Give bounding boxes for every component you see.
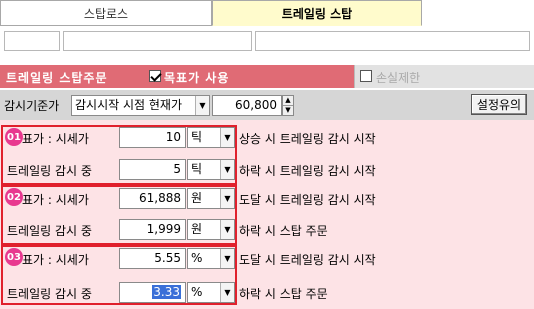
trailing-stop-title: 트레일링 스탑주문 (6, 71, 108, 85)
settings-caution-label: 설정유의 (476, 98, 522, 112)
chevron-down-icon[interactable]: ▼ (220, 283, 234, 302)
monitor-basis-value: 감시시작 시점 현재가 (75, 98, 182, 112)
group-3-trail-label: 트레일링 감시 중 (7, 287, 92, 301)
group-3-target-desc: 도달 시 트레일링 감시 시작 (239, 253, 376, 267)
blank-field-3[interactable] (255, 31, 530, 51)
group-1-target-unit: 틱 (191, 130, 203, 144)
group-3-target-value: 5.55 (154, 251, 181, 265)
group-1-trail-desc: 하락 시 트레일링 감시 시작 (239, 164, 376, 178)
settings-caution-button[interactable]: 설정유의 (471, 94, 527, 115)
tab-stop-loss[interactable]: 스탑로스 (0, 0, 212, 26)
group-2-target-value: 61,888 (139, 191, 181, 205)
group-2-trail-value: 1,999 (146, 222, 181, 236)
target-price-checkbox-label: 목표가 사용 (164, 71, 230, 85)
group-1-target-unit-select[interactable]: 틱 ▼ (187, 127, 235, 148)
group-2-target-unit: 원 (191, 191, 203, 205)
monitor-price-spinner[interactable]: ▲ ▼ (282, 95, 294, 116)
chevron-down-icon[interactable]: ▼ (195, 96, 209, 115)
chevron-down-icon[interactable]: ▼ (220, 220, 234, 239)
group-1-trail-value: 5 (173, 162, 181, 176)
group-2-target-label: 표가 : 시세가 (22, 193, 89, 207)
group-3-trail-unit-select[interactable]: % ▼ (187, 282, 235, 303)
group-1-trail-unit: 틱 (191, 162, 203, 176)
group-1-target-value: 10 (165, 130, 181, 144)
blank-field-2[interactable] (63, 31, 252, 51)
blank-field-1[interactable] (4, 31, 60, 51)
tab-stop-loss-label: 스탑로스 (83, 6, 129, 21)
group-2-target-input[interactable]: 61,888 (119, 188, 186, 209)
chevron-down-icon[interactable]: ▼ (220, 189, 234, 208)
group-2-target-unit-select[interactable]: 원 ▼ (187, 188, 235, 209)
group-1-trail-input[interactable]: 5 (119, 159, 186, 180)
monitor-row: 감시기준가 감시시작 시점 현재가 ▼ 60,800 ▲ ▼ 설정유의 (0, 90, 534, 120)
group-2-trail-input[interactable]: 1,999 (119, 219, 186, 240)
group-3-target-label: 표가 : 시세가 (22, 253, 89, 267)
target-price-checkbox[interactable] (149, 70, 161, 82)
monitor-price-input[interactable]: 60,800 (212, 95, 282, 116)
chevron-down-icon[interactable]: ▼ (220, 160, 234, 179)
spin-up-icon[interactable]: ▲ (283, 96, 293, 105)
group-badge-3: 03 (5, 248, 23, 266)
group-3-trail-desc: 하락 시 스탑 주문 (239, 287, 328, 301)
loss-limit-checkbox[interactable] (360, 70, 372, 82)
group-3-target-input[interactable]: 5.55 (119, 248, 186, 269)
monitor-label: 감시기준가 (4, 99, 60, 113)
trailing-stop-header-bar: 트레일링 스탑주문 목표가 사용 손실제한 (0, 65, 534, 88)
group-3-trail-value: 3.33 (152, 285, 181, 299)
group-1-trail-label: 트레일링 감시 중 (7, 164, 92, 178)
chevron-down-icon[interactable]: ▼ (220, 249, 234, 268)
group-2-trail-unit: 원 (191, 222, 203, 236)
group-3-target-unit: % (191, 251, 203, 265)
group-1-trail-unit-select[interactable]: 틱 ▼ (187, 159, 235, 180)
spin-down-icon[interactable]: ▼ (283, 105, 293, 114)
group-2-trail-desc: 하락 시 스탑 주문 (239, 224, 328, 238)
chevron-down-icon[interactable]: ▼ (220, 128, 234, 147)
group-3-trail-input[interactable]: 3.33 (119, 282, 186, 303)
group-badge-2: 02 (5, 188, 23, 206)
group-2-trail-unit-select[interactable]: 원 ▼ (187, 219, 235, 240)
group-1-target-desc: 상승 시 트레일링 감시 시작 (239, 132, 376, 146)
group-2-target-desc: 도달 시 트레일링 감시 시작 (239, 193, 376, 207)
group-badge-1: 01 (5, 128, 23, 146)
group-2-trail-label: 트레일링 감시 중 (7, 224, 92, 238)
group-1-target-input[interactable]: 10 (119, 127, 186, 148)
monitor-basis-select[interactable]: 감시시작 시점 현재가 ▼ (71, 95, 210, 116)
tab-trailing-stop[interactable]: 트레일링 스탑 (212, 0, 422, 26)
group-1-target-label: 표가 : 시세가 (22, 132, 89, 146)
group-3-trail-unit: % (191, 285, 203, 299)
monitor-price-value: 60,800 (235, 98, 277, 112)
tab-trailing-stop-label: 트레일링 스탑 (281, 6, 353, 21)
group-3-target-unit-select[interactable]: % ▼ (187, 248, 235, 269)
loss-limit-label: 손실제한 (376, 71, 421, 85)
